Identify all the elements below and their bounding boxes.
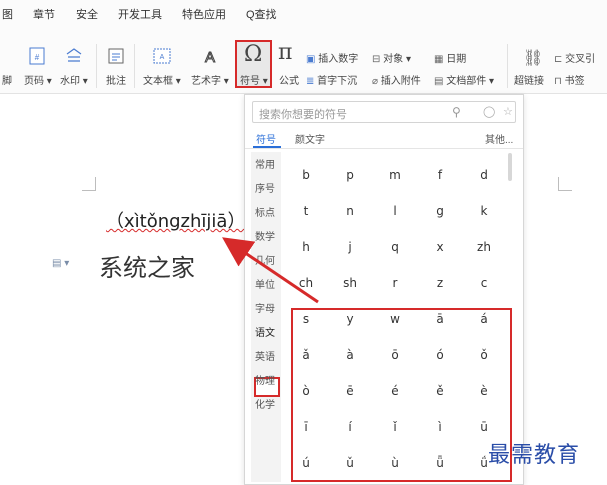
menu-item-chapter[interactable]: 章节 [33, 6, 55, 22]
symbol-cell[interactable]: h [291, 240, 321, 254]
symbol-cell[interactable]: b [291, 168, 321, 182]
category-common[interactable]: 常用 [255, 156, 275, 171]
tab-divider [245, 148, 523, 149]
category-list: 常用 序号 标点 数学 几何 单位 字母 语文 英语 物理 化学 [251, 152, 281, 482]
svg-text:A: A [205, 49, 215, 66]
symbol-search-input[interactable]: 搜索你想要的符号 ⚲ ◯ ☆ [252, 101, 516, 123]
symbol-button[interactable]: 符号 ▾ [240, 72, 268, 87]
formula-button[interactable]: 公式 [279, 72, 299, 87]
menu-item-features[interactable]: 特色应用 [182, 6, 226, 22]
tab-kaomoji[interactable]: 颜文字 [295, 131, 325, 146]
doc-parts-icon: ▤ [434, 76, 444, 87]
category-physics[interactable]: 物理 [255, 372, 275, 387]
separator [507, 44, 508, 88]
category-chemistry[interactable]: 化学 [255, 396, 275, 411]
menu-item-dev-tools[interactable]: 开发工具 [118, 6, 162, 22]
bookmark-button[interactable]: ⊓ 书签 [554, 72, 585, 87]
menu-item-find[interactable]: Q查找 [246, 6, 277, 22]
symbol-cell[interactable]: f [425, 168, 455, 182]
crop-mark-right [558, 177, 572, 191]
category-unit[interactable]: 单位 [255, 276, 275, 291]
category-chinese[interactable]: 语文 [255, 324, 275, 339]
insert-number-button[interactable]: ▣ 插入数字 [306, 50, 358, 65]
chat-icon[interactable]: ◯ [483, 105, 495, 118]
pin-icon[interactable]: ☆ [503, 105, 513, 118]
attachment-button[interactable]: ⌀ 插入附件 [372, 72, 421, 87]
tab-symbols[interactable]: 符号 [256, 131, 276, 146]
symbol-cell[interactable]: t [291, 204, 321, 218]
category-math[interactable]: 数学 [255, 228, 275, 243]
symbol-cell[interactable]: k [469, 204, 499, 218]
symbol-cell[interactable]: z [425, 276, 455, 290]
pinyin-text: （xìtǒngzhījiā） [106, 211, 246, 232]
paragraph-handle-icon[interactable]: ▤ ▾ [52, 258, 69, 269]
page-number-icon: # [29, 47, 45, 65]
separator [134, 44, 135, 88]
symbol-cell[interactable]: l [380, 204, 410, 218]
panel-scrollbar[interactable] [508, 153, 512, 181]
comment-icon [108, 48, 124, 64]
category-geometry[interactable]: 几何 [255, 252, 275, 267]
symbol-cell[interactable]: n [335, 204, 365, 218]
symbol-cell[interactable]: x [425, 240, 455, 254]
search-placeholder: 搜索你想要的符号 [259, 109, 347, 121]
category-english[interactable]: 英语 [255, 348, 275, 363]
textbox-icon: A [153, 48, 171, 64]
object-button[interactable]: ⊟ 对象 ▾ [372, 50, 411, 65]
date-button[interactable]: ▦ 日期 [434, 50, 466, 65]
selection-highlight-box [291, 308, 512, 482]
symbol-cell[interactable]: c [469, 276, 499, 290]
drop-cap-button[interactable]: ≣ 首字下沉 [306, 72, 357, 87]
svg-text:A: A [160, 54, 165, 61]
comment-button[interactable]: 批注 [106, 72, 126, 87]
symbol-cell[interactable]: ch [291, 276, 321, 290]
page-number-button[interactable]: 页码 ▾ [24, 72, 52, 87]
symbol-cell[interactable]: j [335, 240, 365, 254]
paperclip-icon: ⌀ [372, 76, 379, 87]
menu-item-partial[interactable]: 图 [2, 6, 13, 22]
crossref-button[interactable]: ⊏ 交叉引 [554, 50, 595, 65]
symbol-panel: 搜索你想要的符号 ⚲ ◯ ☆ 符号 颜文字 其他... 常用 序号 标点 数学 … [244, 94, 524, 485]
bookmark-icon: ⊓ [554, 76, 562, 87]
separator [96, 44, 97, 88]
link-icon: ⛓ [523, 50, 544, 67]
watermark-text: 最需教育 [488, 443, 581, 468]
crop-mark-left [82, 177, 96, 191]
symbol-cell[interactable]: sh [335, 276, 365, 290]
more-symbols-link[interactable]: 其他... [485, 131, 513, 146]
menu-item-security[interactable]: 安全 [76, 6, 98, 22]
category-ordinal[interactable]: 序号 [255, 180, 275, 195]
footer-label[interactable]: 脚 [2, 72, 12, 87]
textbox-button[interactable]: 文本框 ▾ [143, 72, 181, 87]
search-icon[interactable]: ⚲ [452, 105, 461, 119]
menu-bar: 图 章节 安全 开发工具 特色应用 Q查找 [0, 0, 607, 26]
document-title: 系统之家 [99, 254, 195, 282]
category-letters[interactable]: 字母 [255, 300, 275, 315]
watermark-icon [66, 48, 82, 62]
category-punctuation[interactable]: 标点 [255, 204, 275, 219]
symbol-cell[interactable]: g [425, 204, 455, 218]
formula-icon: π [278, 40, 293, 65]
ribbon-toolbar: 脚 # 页码 ▾ 水印 ▾ 批注 A 文本框 ▾ A 艺术字 ▾ Ω 符号 ▾ … [0, 26, 607, 94]
svg-text:#: # [35, 53, 40, 62]
symbol-cell[interactable]: p [335, 168, 365, 182]
wordart-button[interactable]: 艺术字 ▾ [191, 72, 229, 87]
doc-parts-button[interactable]: ▤ 文档部件 ▾ [434, 72, 494, 87]
symbol-cell[interactable]: r [380, 276, 410, 290]
calendar-icon: ▦ [434, 54, 444, 65]
crossref-icon: ⊏ [554, 54, 563, 65]
symbol-cell[interactable]: zh [469, 240, 499, 254]
object-icon: ⊟ [372, 54, 381, 65]
number-icon: ▣ [306, 54, 316, 65]
symbol-cell[interactable]: d [469, 168, 499, 182]
symbol-cell[interactable]: m [380, 168, 410, 182]
omega-icon: Ω [244, 42, 263, 67]
hyperlink-button[interactable]: 超链接 [514, 72, 544, 87]
wordart-icon: A [204, 49, 215, 67]
drop-cap-icon: ≣ [306, 76, 315, 87]
watermark-button[interactable]: 水印 ▾ [60, 72, 88, 87]
symbol-cell[interactable]: q [380, 240, 410, 254]
